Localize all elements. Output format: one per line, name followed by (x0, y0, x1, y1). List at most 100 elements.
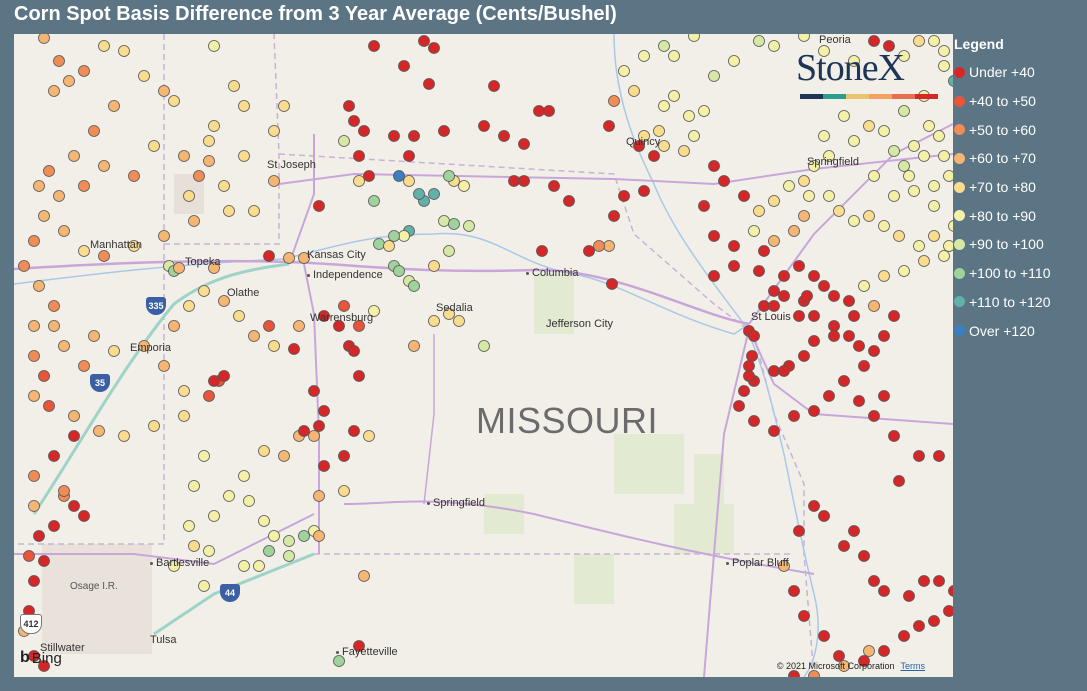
basis-point-marker[interactable] (443, 170, 455, 182)
basis-point-marker[interactable] (403, 175, 415, 187)
basis-point-marker[interactable] (28, 390, 40, 402)
basis-point-marker[interactable] (363, 430, 375, 442)
basis-point-marker[interactable] (868, 410, 880, 422)
basis-point-marker[interactable] (18, 260, 30, 272)
basis-point-marker[interactable] (898, 160, 910, 172)
basis-point-marker[interactable] (263, 250, 275, 262)
basis-point-marker[interactable] (343, 100, 355, 112)
basis-point-marker[interactable] (823, 190, 835, 202)
basis-point-marker[interactable] (148, 420, 160, 432)
basis-point-marker[interactable] (28, 500, 40, 512)
basis-point-marker[interactable] (778, 270, 790, 282)
basis-point-marker[interactable] (868, 170, 880, 182)
basis-point-marker[interactable] (938, 150, 950, 162)
basis-point-marker[interactable] (313, 490, 325, 502)
basis-point-marker[interactable] (608, 210, 620, 222)
basis-point-marker[interactable] (338, 135, 350, 147)
basis-point-marker[interactable] (428, 315, 440, 327)
basis-point-marker[interactable] (98, 250, 110, 262)
basis-point-marker[interactable] (138, 70, 150, 82)
basis-point-marker[interactable] (948, 585, 954, 597)
basis-point-marker[interactable] (798, 610, 810, 622)
basis-point-marker[interactable] (658, 40, 670, 52)
basis-point-marker[interactable] (858, 280, 870, 292)
basis-point-marker[interactable] (408, 280, 420, 292)
basis-point-marker[interactable] (928, 615, 940, 627)
basis-point-marker[interactable] (933, 575, 945, 587)
basis-point-marker[interactable] (888, 145, 900, 157)
basis-point-marker[interactable] (868, 300, 880, 312)
basis-point-marker[interactable] (238, 560, 250, 572)
basis-point-marker[interactable] (33, 530, 45, 542)
basis-point-marker[interactable] (38, 370, 50, 382)
basis-point-marker[interactable] (158, 85, 170, 97)
basis-point-marker[interactable] (603, 240, 615, 252)
basis-point-marker[interactable] (243, 495, 255, 507)
basis-point-marker[interactable] (746, 350, 758, 362)
basis-point-marker[interactable] (458, 180, 470, 192)
basis-point-marker[interactable] (98, 160, 110, 172)
basis-point-marker[interactable] (948, 220, 954, 232)
basis-point-marker[interactable] (278, 100, 290, 112)
basis-point-marker[interactable] (748, 330, 760, 342)
basis-point-marker[interactable] (238, 470, 250, 482)
basis-point-marker[interactable] (913, 450, 925, 462)
basis-point-marker[interactable] (878, 645, 890, 657)
basis-point-marker[interactable] (393, 170, 405, 182)
basis-point-marker[interactable] (148, 140, 160, 152)
basis-point-marker[interactable] (893, 475, 905, 487)
basis-point-marker[interactable] (178, 150, 190, 162)
basis-point-marker[interactable] (398, 60, 410, 72)
basis-point-marker[interactable] (443, 245, 455, 257)
basis-point-marker[interactable] (48, 320, 60, 332)
basis-point-marker[interactable] (758, 245, 770, 257)
basis-point-marker[interactable] (808, 405, 820, 417)
map-view[interactable]: MISSOURI Peoria St Joseph Springfield Ma… (14, 34, 953, 677)
basis-point-marker[interactable] (798, 210, 810, 222)
basis-point-marker[interactable] (603, 120, 615, 132)
basis-point-marker[interactable] (848, 135, 860, 147)
basis-point-marker[interactable] (923, 120, 935, 132)
basis-point-marker[interactable] (913, 620, 925, 632)
basis-point-marker[interactable] (608, 95, 620, 107)
basis-point-marker[interactable] (268, 125, 280, 137)
basis-point-marker[interactable] (313, 530, 325, 542)
basis-point-marker[interactable] (423, 78, 435, 90)
basis-point-marker[interactable] (183, 190, 195, 202)
basis-point-marker[interactable] (753, 35, 765, 47)
basis-point-marker[interactable] (188, 480, 200, 492)
basis-point-marker[interactable] (918, 150, 930, 162)
basis-point-marker[interactable] (743, 360, 755, 372)
basis-point-marker[interactable] (878, 390, 890, 402)
basis-point-marker[interactable] (28, 575, 40, 587)
basis-point-marker[interactable] (848, 310, 860, 322)
basis-point-marker[interactable] (748, 415, 760, 427)
basis-point-marker[interactable] (208, 510, 220, 522)
basis-point-marker[interactable] (933, 450, 945, 462)
basis-point-marker[interactable] (168, 320, 180, 332)
basis-point-marker[interactable] (788, 585, 800, 597)
basis-point-marker[interactable] (863, 120, 875, 132)
basis-point-marker[interactable] (798, 34, 810, 42)
basis-point-marker[interactable] (718, 175, 730, 187)
basis-point-marker[interactable] (893, 230, 905, 242)
basis-point-marker[interactable] (868, 345, 880, 357)
basis-point-marker[interactable] (38, 555, 50, 567)
basis-point-marker[interactable] (943, 605, 954, 617)
basis-point-marker[interactable] (68, 150, 80, 162)
basis-point-marker[interactable] (828, 290, 840, 302)
basis-point-marker[interactable] (338, 300, 350, 312)
basis-point-marker[interactable] (788, 670, 800, 678)
basis-point-marker[interactable] (53, 190, 65, 202)
basis-point-marker[interactable] (108, 345, 120, 357)
basis-point-marker[interactable] (863, 210, 875, 222)
basis-point-marker[interactable] (808, 335, 820, 347)
basis-point-marker[interactable] (878, 270, 890, 282)
basis-point-marker[interactable] (158, 230, 170, 242)
basis-point-marker[interactable] (428, 188, 440, 200)
basis-point-marker[interactable] (728, 260, 740, 272)
basis-point-marker[interactable] (203, 155, 215, 167)
basis-point-marker[interactable] (543, 105, 555, 117)
basis-point-marker[interactable] (23, 550, 35, 562)
basis-point-marker[interactable] (618, 190, 630, 202)
